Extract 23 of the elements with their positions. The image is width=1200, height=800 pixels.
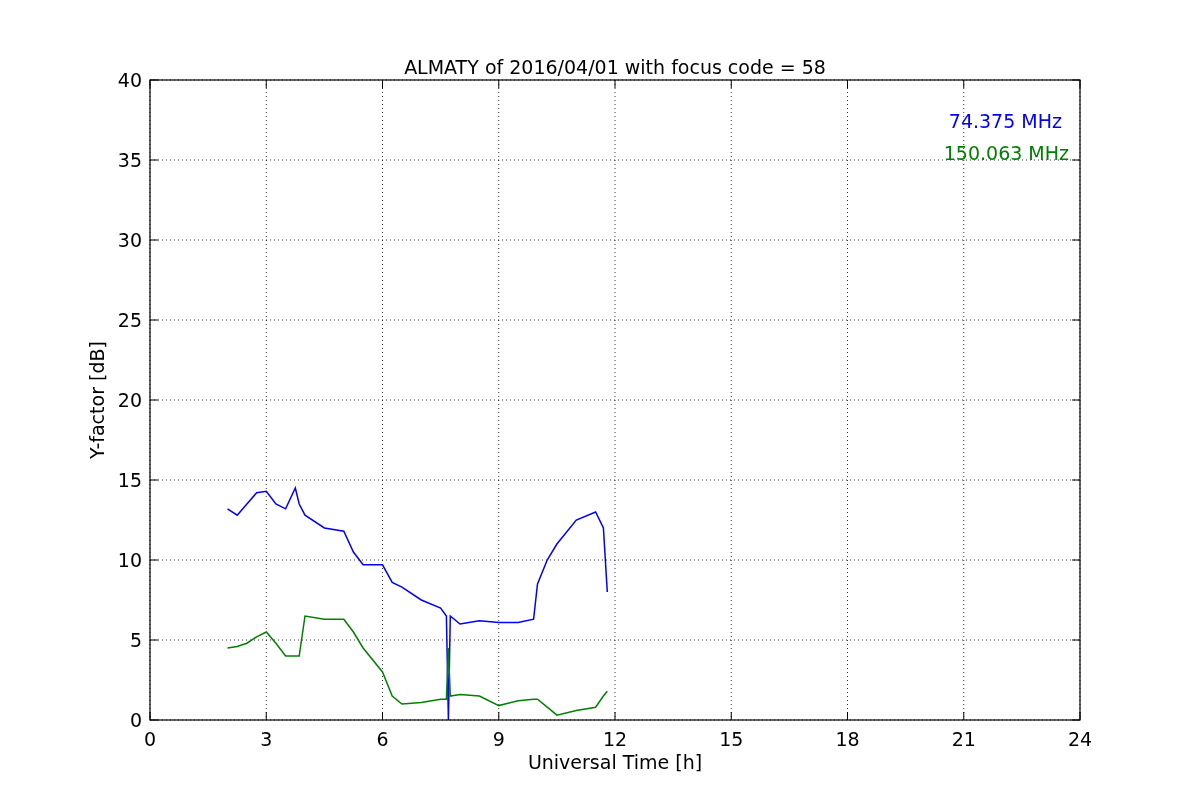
x-tick-label: 18	[835, 728, 860, 750]
x-tick-label: 12	[602, 728, 628, 750]
legend-label: 150.063 MHz	[943, 142, 1069, 164]
x-axis-label: Universal Time [h]	[527, 751, 703, 773]
y-tick-label: 5	[129, 629, 142, 651]
chart-title: ALMATY of 2016/04/01 with focus code = 58	[404, 56, 826, 78]
legend-label: 74.375 MHz	[948, 110, 1062, 132]
y-tick-label: 10	[117, 549, 142, 571]
x-tick-label: 21	[951, 728, 976, 750]
y-tick-label: 0	[129, 709, 142, 731]
y-tick-label: 40	[117, 69, 142, 91]
x-tick-label: 0	[143, 728, 157, 750]
y-tick-label: 25	[117, 309, 142, 331]
y-tick-label: 15	[117, 469, 142, 491]
y-tick-label: 30	[117, 229, 142, 251]
x-tick-label: 3	[260, 728, 273, 750]
y-axis-label: Y-factor [dB]	[86, 341, 108, 459]
x-tick-label: 15	[719, 728, 744, 750]
x-tick-label: 9	[492, 728, 505, 750]
y-tick-label: 35	[117, 149, 142, 171]
y-tick-label: 20	[117, 389, 142, 411]
x-tick-label: 24	[1067, 728, 1093, 750]
x-tick-label: 6	[376, 728, 389, 750]
